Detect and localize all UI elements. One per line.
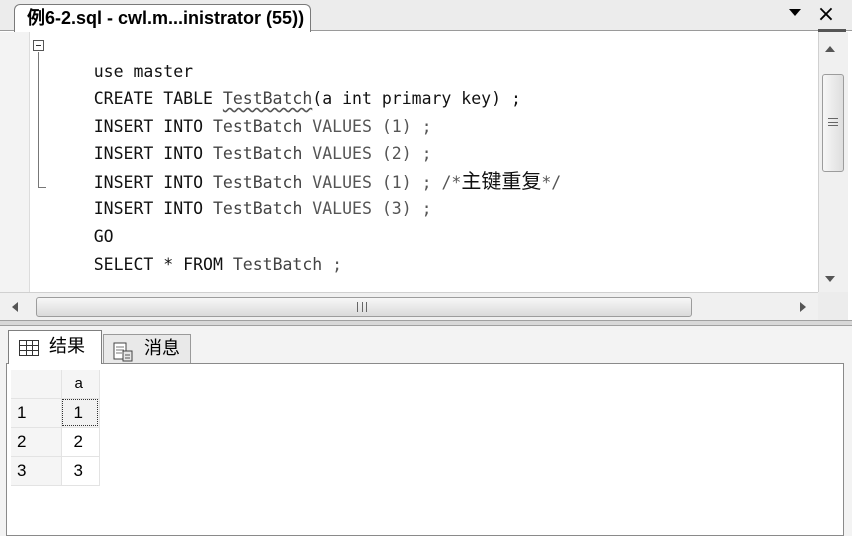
vertical-scrollbar[interactable] [818, 32, 848, 292]
tab-messages-label: 消息 [144, 338, 180, 359]
document-tab-title: 例6-2.sql - cwl.m...inistrator (55)) [27, 8, 305, 28]
code-line-6: INSERT INTO TestBatch VALUES (3) ; [54, 168, 432, 218]
vertical-scroll-thumb[interactable] [822, 74, 844, 172]
grid-header-row: a [11, 370, 100, 399]
grip-icon [357, 302, 367, 312]
code-line-7: GO [54, 196, 114, 246]
fold-guide [38, 52, 39, 188]
grid-cell[interactable]: 3 [61, 456, 100, 486]
column-header[interactable]: a [61, 370, 100, 399]
code-rest: VALUES (3) ; [302, 199, 432, 218]
table-row: 2 2 [11, 427, 100, 457]
row-header[interactable]: 2 [11, 427, 62, 457]
results-grid-area: a 1 1 2 2 3 3 [6, 363, 844, 536]
code-line-8: SELECT * FROM TestBatch ; [54, 224, 342, 274]
code-keyword: SELECT * FROM [93, 255, 233, 274]
code-line-1: use master [54, 31, 193, 81]
horizontal-scrollbar[interactable] [0, 292, 818, 320]
query-editor[interactable]: use master CREATE TABLE TestBatch(a int … [0, 32, 852, 292]
code-comment-end: */ [541, 173, 562, 192]
scroll-up-icon[interactable] [825, 46, 835, 52]
row-header[interactable]: 3 [11, 456, 62, 486]
table-row: 1 1 [11, 398, 100, 428]
scroll-left-icon[interactable] [12, 302, 18, 312]
grip-icon [828, 118, 838, 126]
results-panel: 结果 消息 a 1 1 2 2 3 3 [0, 326, 852, 536]
scroll-right-icon[interactable] [800, 302, 806, 312]
grid-icon [19, 340, 39, 356]
chevron-down-icon[interactable] [789, 9, 801, 16]
results-grid: a 1 1 2 2 3 3 [11, 370, 100, 486]
message-icon [113, 342, 133, 362]
code-line-3: INSERT INTO TestBatch VALUES (1) ; [54, 86, 432, 136]
collapse-icon[interactable] [33, 40, 44, 51]
fold-guide-end [38, 187, 46, 188]
close-icon[interactable]: × [815, 1, 837, 29]
document-tab[interactable]: 例6-2.sql - cwl.m...inistrator (55)) [14, 4, 312, 32]
table-row: 3 3 [11, 456, 100, 486]
grid-corner-cell[interactable] [11, 370, 62, 399]
code-rest: ; [322, 255, 343, 274]
editor-margin [0, 32, 30, 292]
row-header[interactable]: 1 [11, 398, 62, 428]
tab-messages[interactable]: 消息 [103, 334, 191, 363]
code-identifier: TestBatch [232, 255, 323, 274]
document-tab-strip: 例6-2.sql - cwl.m...inistrator (55)) × [0, 0, 852, 32]
tab-results-label: 结果 [49, 336, 85, 357]
code-comment: 主键重复 [461, 169, 542, 193]
scroll-corner [818, 292, 848, 320]
scroll-down-icon[interactable] [825, 276, 835, 282]
grid-cell[interactable]: 2 [61, 427, 100, 457]
tab-results[interactable]: 结果 [8, 330, 102, 364]
code-identifier: TestBatch [212, 199, 303, 218]
code-line-2: CREATE TABLE TestBatch(a int primary key… [54, 58, 521, 108]
code-line-4: INSERT INTO TestBatch VALUES (2) ; [54, 113, 432, 163]
grid-cell[interactable]: 1 [61, 398, 100, 428]
code-line-5: INSERT INTO TestBatch VALUES (1) ; /*主键重… [54, 141, 561, 193]
horizontal-scroll-thumb[interactable] [36, 297, 692, 317]
